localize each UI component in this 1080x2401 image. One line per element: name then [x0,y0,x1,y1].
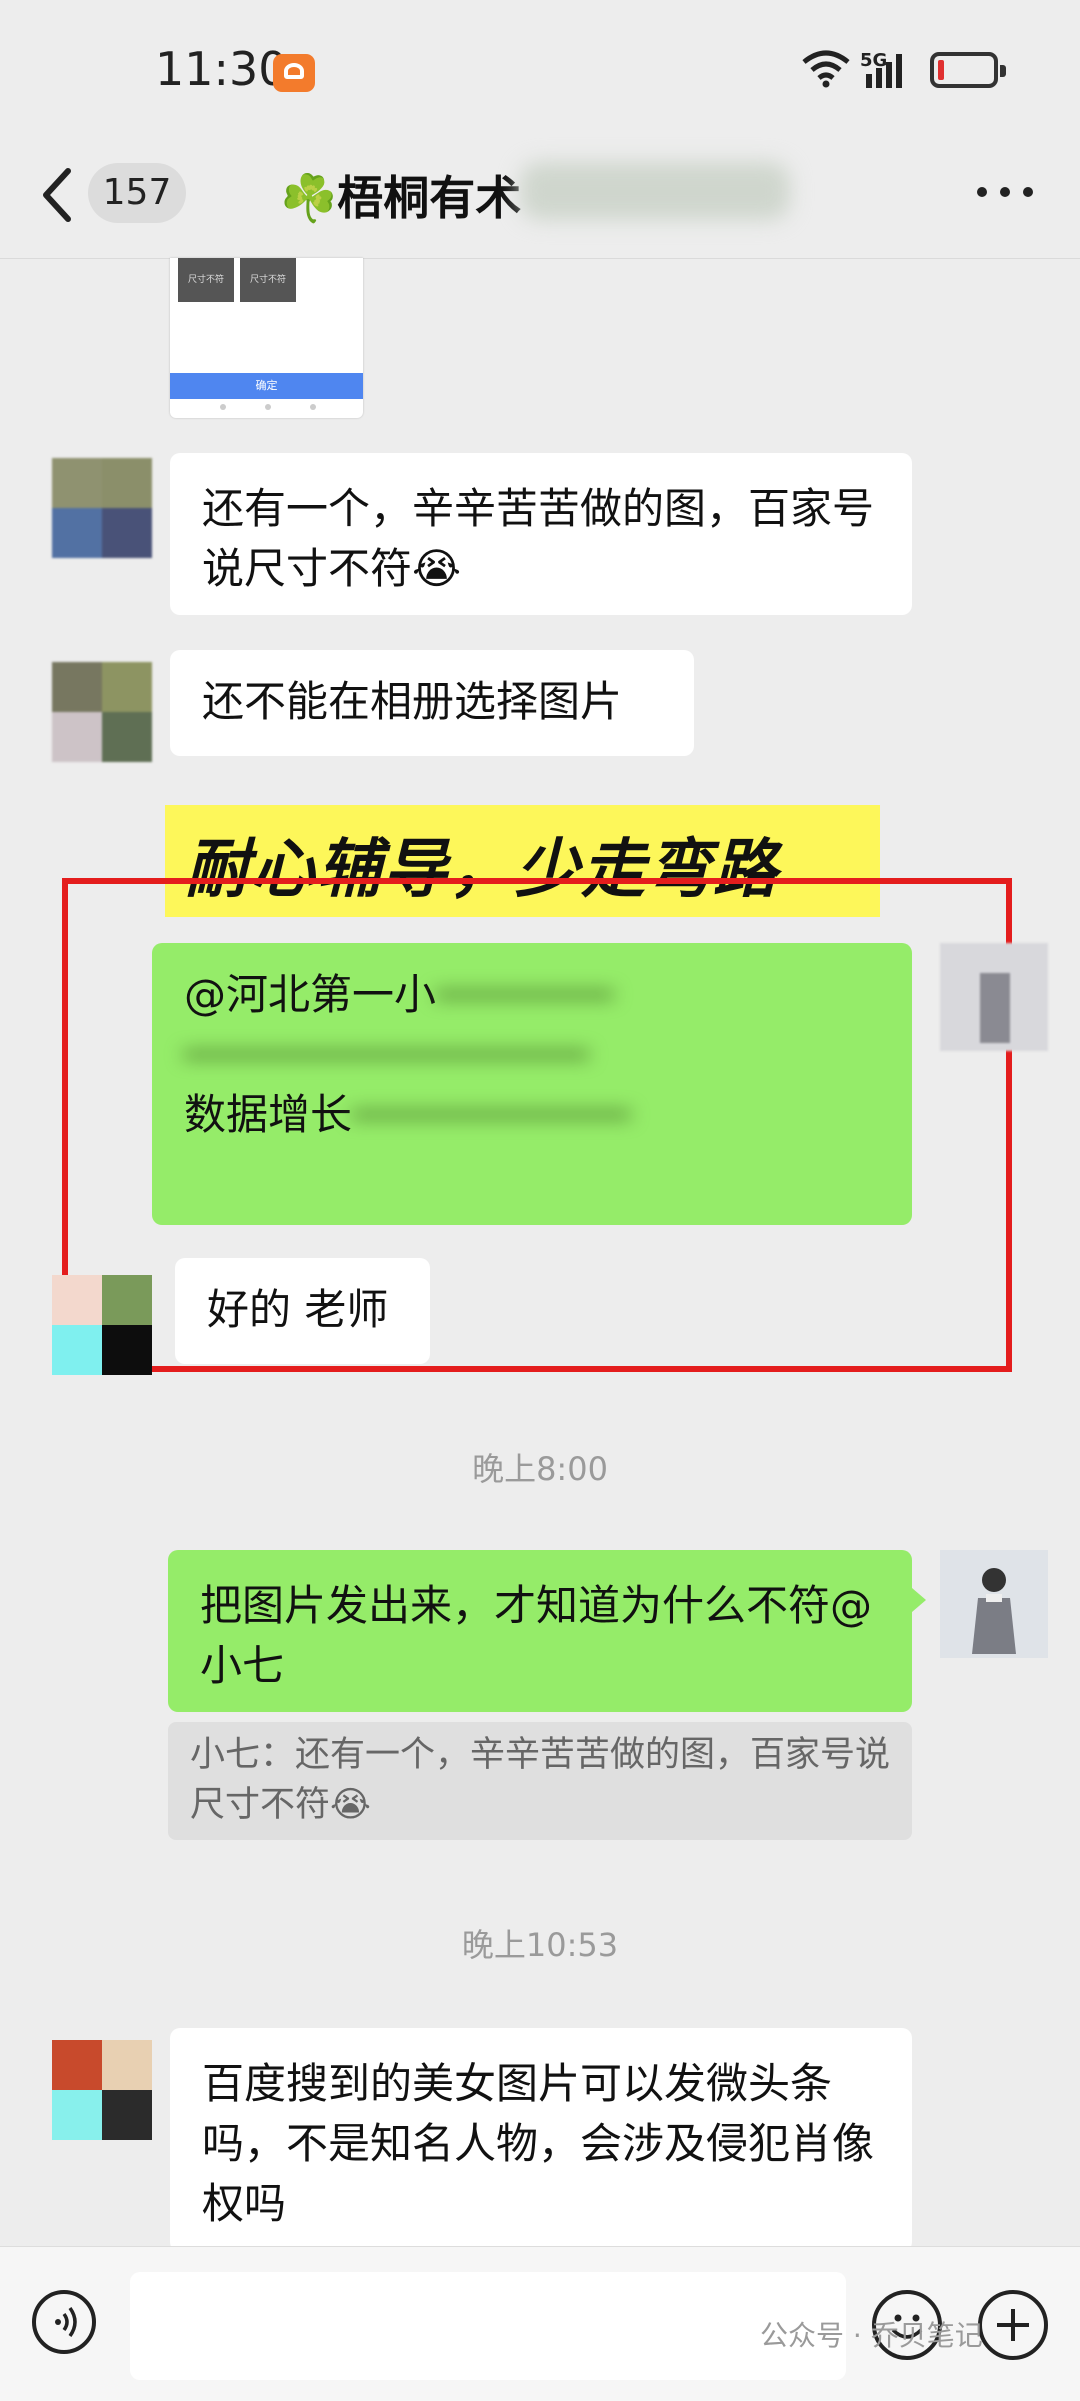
message-bubble[interactable]: 还有一个，辛辛苦苦做的图，百家号说尺寸不符😭 [170,453,912,615]
avatar[interactable] [52,662,152,762]
status-time: 11:30 [155,42,288,96]
message-line: 数据增长━━━━━━━━━━━ [184,1090,631,1139]
person-icon [972,1568,1016,1654]
voice-input-button[interactable] [32,2290,96,2354]
avatar-self[interactable] [940,943,1048,1051]
message-line: @河北第一小━━━━━━━ [184,970,614,1019]
avatar[interactable] [52,1275,152,1375]
message-bubble[interactable]: 好的 老师 [175,1258,430,1364]
message-bubble[interactable]: 百度搜到的美女图片可以发微头条吗，不是知名人物，会涉及侵犯肖像权吗 [170,2028,912,2252]
more-functions-button[interactable] [978,2290,1048,2360]
thumb-confirm-button: 确定 [170,373,363,399]
app-notification-icon [273,54,315,92]
message-bubble-outgoing[interactable]: 把图片发出来，才知道为什么不符@小七 [168,1550,912,1712]
more-options-icon[interactable] [975,185,1035,199]
message-bubble[interactable]: 还不能在相册选择图片 [170,650,694,756]
plus-icon [997,2309,1029,2341]
watermark: 公众号 · 乔贝笔记 [760,2319,983,2352]
avatar-self[interactable] [940,1550,1048,1658]
voice-icon [55,2306,77,2338]
message-bubble-outgoing[interactable]: @河北第一小━━━━━━━ ━━━━━━━━━━━━━━━━ 数据增长━━━━━… [152,943,912,1225]
thumb-size-button-2: 尺寸不符 [240,258,296,302]
wifi-icon [802,50,850,88]
quoted-message[interactable]: 小七：还有一个，辛辛苦苦做的图，百家号说尺寸不符😭 [168,1722,912,1840]
blurred-title-suffix [520,162,790,220]
avatar[interactable] [52,2040,152,2140]
thumb-nav-dots [220,404,320,410]
signal-icon [866,54,902,88]
battery-icon [930,52,1006,88]
message-input[interactable] [130,2272,846,2380]
avatar[interactable] [52,458,152,558]
chat-title: ☘️梧桐有术 [280,171,522,225]
blurred-message-line: ━━━━━━━━━━━━━━━━ [184,1030,589,1079]
thumb-size-button-1: 尺寸不符 [178,258,234,302]
unread-count-badge[interactable]: 157 [88,163,186,223]
header-divider [0,258,1080,259]
shared-image-thumbnail[interactable]: 尺寸不符 尺寸不符 确定 [170,258,363,418]
bubble-tail [912,1588,926,1612]
back-icon[interactable] [38,165,78,225]
timestamp: 晚上8:00 [472,1450,608,1488]
timestamp: 晚上10:53 [461,1926,619,1964]
